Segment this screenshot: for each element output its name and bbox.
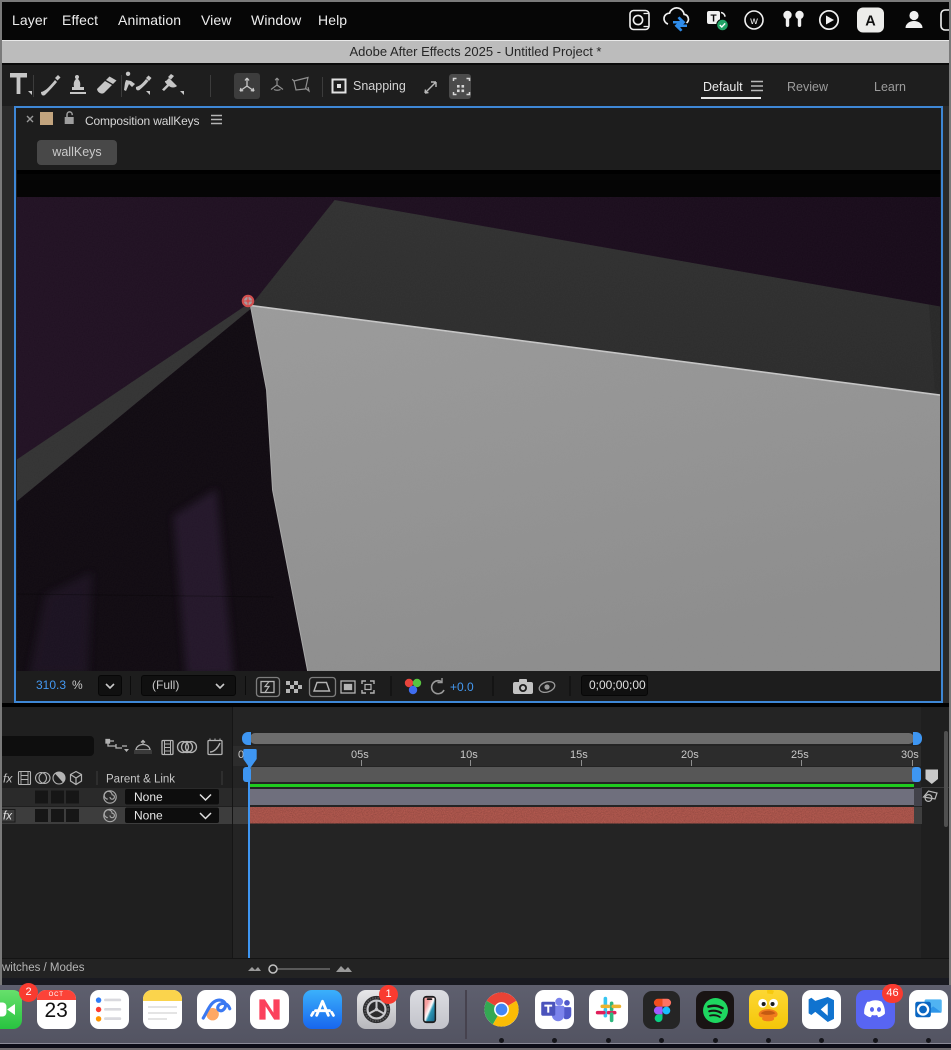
- svg-text:None: None: [134, 809, 163, 823]
- svg-text:T: T: [710, 14, 716, 25]
- svg-text:A: A: [865, 14, 876, 30]
- svg-text:None: None: [134, 790, 163, 804]
- svg-text:fx: fx: [3, 811, 13, 823]
- svg-text:fx: fx: [3, 772, 13, 786]
- svg-text:+0.0: +0.0: [450, 680, 474, 694]
- svg-text:Parent & Link: Parent & Link: [106, 774, 175, 786]
- svg-text:w: w: [749, 15, 758, 27]
